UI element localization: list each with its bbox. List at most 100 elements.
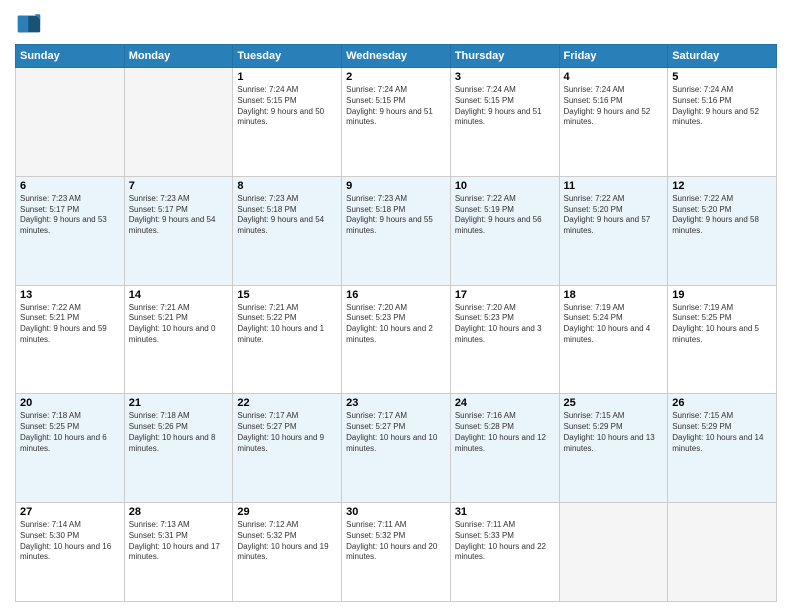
header <box>15 10 777 38</box>
calendar-cell: 20 Sunrise: 7:18 AM Sunset: 5:25 PM Dayli… <box>16 394 125 503</box>
day-info: Sunrise: 7:11 AM Sunset: 5:33 PM Dayligh… <box>455 520 555 563</box>
calendar-cell: 3 Sunrise: 7:24 AM Sunset: 5:15 PM Daylig… <box>450 68 559 177</box>
day-number: 3 <box>455 71 555 83</box>
calendar-cell <box>668 503 777 602</box>
day-info: Sunrise: 7:11 AM Sunset: 5:32 PM Dayligh… <box>346 520 446 563</box>
calendar-cell: 8Sunrise: 7:23 AM Sunset: 5:18 PM Daylig… <box>233 176 342 285</box>
day-info: Sunrise: 7:20 AM Sunset: 5:23 PM Dayligh… <box>346 303 446 346</box>
calendar-cell: 5Sunrise: 7:24 AM Sunset: 5:16 PM Daylig… <box>668 68 777 177</box>
calendar-cell: 11 Sunrise: 7:22 AM Sunset: 5:20 PM Dayli… <box>559 176 668 285</box>
day-number: 15 <box>237 289 337 301</box>
calendar-cell: 1 Sunrise: 7:24 AM Sunset: 5:15 PM Daylig… <box>233 68 342 177</box>
day-number: 29 <box>237 506 337 518</box>
calendar-cell: 23 Sunrise: 7:17 AM Sunset: 5:27 PM Dayli… <box>342 394 451 503</box>
day-number: 27 <box>20 506 120 518</box>
weekday-header-wednesday: Wednesday <box>342 45 451 68</box>
calendar-row-4: 20 Sunrise: 7:18 AM Sunset: 5:25 PM Dayli… <box>16 394 777 503</box>
weekday-header-saturday: Saturday <box>668 45 777 68</box>
calendar-cell: 18Sunrise: 7:19 AM Sunset: 5:24 PM Dayli… <box>559 285 668 394</box>
day-number: 2 <box>346 71 446 83</box>
day-number: 11 <box>564 180 664 192</box>
day-info: Sunrise: 7:15 AM Sunset: 5:29 PM Dayligh… <box>672 411 772 454</box>
day-number: 7 <box>129 180 229 192</box>
calendar-cell: 13 Sunrise: 7:22 AM Sunset: 5:21 PM Dayli… <box>16 285 125 394</box>
day-number: 20 <box>20 397 120 409</box>
day-info: Sunrise: 7:23 AM Sunset: 5:17 PM Dayligh… <box>129 194 229 237</box>
day-info: Sunrise: 7:23 AM Sunset: 5:18 PM Dayligh… <box>237 194 337 237</box>
calendar-cell: 26 Sunrise: 7:15 AM Sunset: 5:29 PM Dayli… <box>668 394 777 503</box>
weekday-header-row: SundayMondayTuesdayWednesdayThursdayFrid… <box>16 45 777 68</box>
logo <box>15 10 47 38</box>
calendar-row-1: 1 Sunrise: 7:24 AM Sunset: 5:15 PM Daylig… <box>16 68 777 177</box>
day-number: 13 <box>20 289 120 301</box>
day-number: 26 <box>672 397 772 409</box>
day-info: Sunrise: 7:24 AM Sunset: 5:15 PM Dayligh… <box>237 85 337 128</box>
day-info: Sunrise: 7:17 AM Sunset: 5:27 PM Dayligh… <box>346 411 446 454</box>
day-info: Sunrise: 7:18 AM Sunset: 5:25 PM Dayligh… <box>20 411 120 454</box>
day-info: Sunrise: 7:24 AM Sunset: 5:15 PM Dayligh… <box>346 85 446 128</box>
day-info: Sunrise: 7:12 AM Sunset: 5:32 PM Dayligh… <box>237 520 337 563</box>
day-number: 17 <box>455 289 555 301</box>
calendar-cell: 15 Sunrise: 7:21 AM Sunset: 5:22 PM Dayli… <box>233 285 342 394</box>
calendar-cell: 31 Sunrise: 7:11 AM Sunset: 5:33 PM Dayli… <box>450 503 559 602</box>
day-info: Sunrise: 7:21 AM Sunset: 5:22 PM Dayligh… <box>237 303 337 346</box>
calendar-cell: 17 Sunrise: 7:20 AM Sunset: 5:23 PM Dayli… <box>450 285 559 394</box>
day-info: Sunrise: 7:14 AM Sunset: 5:30 PM Dayligh… <box>20 520 120 563</box>
calendar-cell: 22Sunrise: 7:17 AM Sunset: 5:27 PM Dayli… <box>233 394 342 503</box>
day-number: 4 <box>564 71 664 83</box>
day-info: Sunrise: 7:16 AM Sunset: 5:28 PM Dayligh… <box>455 411 555 454</box>
calendar-cell: 14Sunrise: 7:21 AM Sunset: 5:21 PM Dayli… <box>124 285 233 394</box>
day-info: Sunrise: 7:22 AM Sunset: 5:20 PM Dayligh… <box>672 194 772 237</box>
day-info: Sunrise: 7:22 AM Sunset: 5:21 PM Dayligh… <box>20 303 120 346</box>
day-info: Sunrise: 7:18 AM Sunset: 5:26 PM Dayligh… <box>129 411 229 454</box>
day-number: 31 <box>455 506 555 518</box>
day-info: Sunrise: 7:19 AM Sunset: 5:25 PM Dayligh… <box>672 303 772 346</box>
calendar-row-3: 13 Sunrise: 7:22 AM Sunset: 5:21 PM Dayli… <box>16 285 777 394</box>
day-number: 14 <box>129 289 229 301</box>
weekday-header-thursday: Thursday <box>450 45 559 68</box>
day-number: 30 <box>346 506 446 518</box>
day-number: 18 <box>564 289 664 301</box>
calendar-cell: 30 Sunrise: 7:11 AM Sunset: 5:32 PM Dayli… <box>342 503 451 602</box>
day-number: 25 <box>564 397 664 409</box>
day-number: 23 <box>346 397 446 409</box>
day-number: 12 <box>672 180 772 192</box>
calendar-cell: 21 Sunrise: 7:18 AM Sunset: 5:26 PM Dayli… <box>124 394 233 503</box>
calendar-cell: 12 Sunrise: 7:22 AM Sunset: 5:20 PM Dayli… <box>668 176 777 285</box>
day-number: 5 <box>672 71 772 83</box>
calendar-cell: 19 Sunrise: 7:19 AM Sunset: 5:25 PM Dayli… <box>668 285 777 394</box>
day-number: 16 <box>346 289 446 301</box>
day-info: Sunrise: 7:13 AM Sunset: 5:31 PM Dayligh… <box>129 520 229 563</box>
calendar-cell: 7 Sunrise: 7:23 AM Sunset: 5:17 PM Daylig… <box>124 176 233 285</box>
calendar-table: SundayMondayTuesdayWednesdayThursdayFrid… <box>15 44 777 602</box>
calendar-cell <box>16 68 125 177</box>
calendar-cell: 24 Sunrise: 7:16 AM Sunset: 5:28 PM Dayli… <box>450 394 559 503</box>
logo-icon <box>15 10 43 38</box>
day-number: 24 <box>455 397 555 409</box>
day-info: Sunrise: 7:20 AM Sunset: 5:23 PM Dayligh… <box>455 303 555 346</box>
calendar-row-5: 27 Sunrise: 7:14 AM Sunset: 5:30 PM Dayli… <box>16 503 777 602</box>
weekday-header-monday: Monday <box>124 45 233 68</box>
calendar-cell: 9 Sunrise: 7:23 AM Sunset: 5:18 PM Daylig… <box>342 176 451 285</box>
weekday-header-sunday: Sunday <box>16 45 125 68</box>
day-info: Sunrise: 7:22 AM Sunset: 5:20 PM Dayligh… <box>564 194 664 237</box>
day-number: 1 <box>237 71 337 83</box>
day-info: Sunrise: 7:24 AM Sunset: 5:16 PM Dayligh… <box>564 85 664 128</box>
weekday-header-friday: Friday <box>559 45 668 68</box>
day-number: 21 <box>129 397 229 409</box>
calendar-cell: 27 Sunrise: 7:14 AM Sunset: 5:30 PM Dayli… <box>16 503 125 602</box>
calendar-cell: 25Sunrise: 7:15 AM Sunset: 5:29 PM Dayli… <box>559 394 668 503</box>
calendar-cell: 28 Sunrise: 7:13 AM Sunset: 5:31 PM Dayli… <box>124 503 233 602</box>
day-info: Sunrise: 7:23 AM Sunset: 5:18 PM Dayligh… <box>346 194 446 237</box>
day-info: Sunrise: 7:24 AM Sunset: 5:15 PM Dayligh… <box>455 85 555 128</box>
calendar-cell <box>559 503 668 602</box>
day-number: 22 <box>237 397 337 409</box>
calendar-cell <box>124 68 233 177</box>
day-number: 19 <box>672 289 772 301</box>
day-number: 9 <box>346 180 446 192</box>
calendar-cell: 4 Sunrise: 7:24 AM Sunset: 5:16 PM Daylig… <box>559 68 668 177</box>
calendar-cell: 6Sunrise: 7:23 AM Sunset: 5:17 PM Daylig… <box>16 176 125 285</box>
calendar-cell: 29 Sunrise: 7:12 AM Sunset: 5:32 PM Dayli… <box>233 503 342 602</box>
day-number: 28 <box>129 506 229 518</box>
day-number: 6 <box>20 180 120 192</box>
